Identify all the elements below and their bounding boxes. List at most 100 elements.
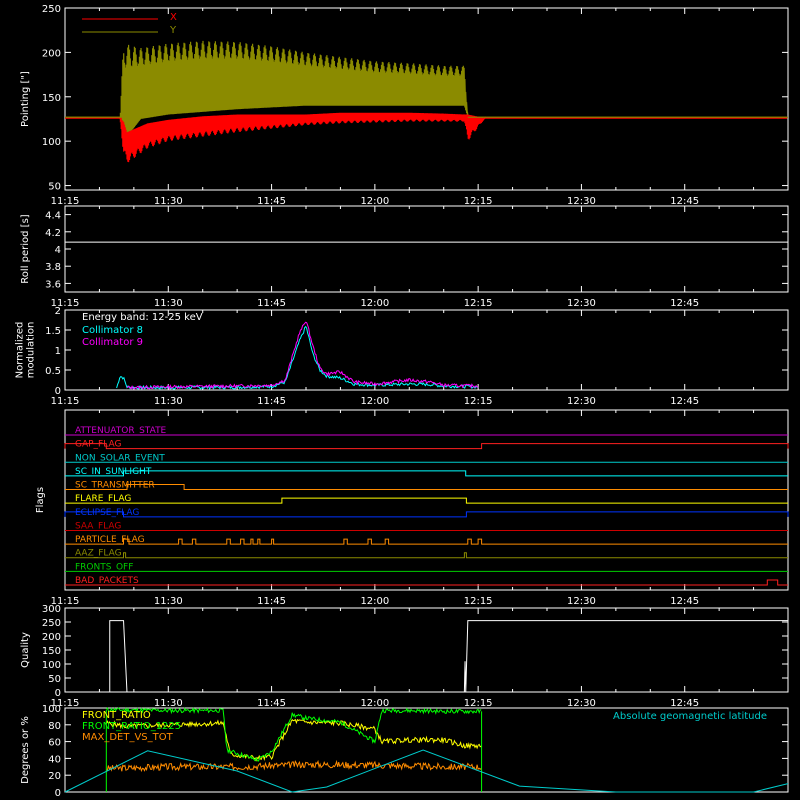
panel-0-xtick-label: 12:00 <box>360 196 389 207</box>
panel-0-xtick-label: 11:45 <box>257 196 286 207</box>
panel-4-ytick-label: 100 <box>42 660 61 671</box>
flag-eclipse-flag-label: ECLIPSE_FLAG <box>75 508 139 518</box>
panel-1-xtick-label: 12:30 <box>567 298 596 309</box>
flag-sc-in-sunlight-trace <box>65 470 788 477</box>
panel-5-ytick-label: 20 <box>48 771 61 782</box>
panel-0-ytick-label: 50 <box>48 182 61 193</box>
panel-4-xtick-label: 12:00 <box>360 698 389 709</box>
panel-4-ytick-label: 300 <box>42 604 61 615</box>
panel-2-xtick-label: 12:00 <box>360 396 389 407</box>
panel-1-ytick-label: 3.8 <box>45 262 61 273</box>
panel-2-xtick-label: 12:15 <box>464 396 493 407</box>
panel-1-xtick-label: 12:45 <box>670 298 699 309</box>
panel-4-xtick-label: 12:45 <box>670 698 699 709</box>
panel-5-ytick-label: 40 <box>48 754 61 765</box>
panel-0-xtick-label: 12:15 <box>464 196 493 207</box>
panel-1-ytick-label: 4.4 <box>45 211 61 222</box>
collimator-9-line <box>126 321 479 390</box>
flag-saa-flag-label: SAA_FLAG <box>75 521 121 531</box>
geomagnetic-latitude-line <box>64 749 789 793</box>
max-det-vs-tot-line <box>105 759 482 773</box>
panel-3-ylabel: Flags <box>35 487 46 513</box>
panel-2-xtick-label: 11:30 <box>154 396 183 407</box>
panel-3-xtick-label: 11:45 <box>257 596 286 607</box>
panel-3-xtick-label: 12:15 <box>464 596 493 607</box>
panel-0-xtick-label: 11:30 <box>154 196 183 207</box>
panel-0-xtick-label: 11:15 <box>51 196 80 207</box>
panel-1-ytick-label: 4 <box>55 245 61 256</box>
panel-5-ytick-label: 80 <box>48 721 61 732</box>
legend-y-label: Y <box>169 25 177 36</box>
collimator-8-line <box>116 325 479 390</box>
legend-x-label: X <box>170 12 177 23</box>
panel-1-xtick-label: 12:15 <box>464 298 493 309</box>
legend-front-ratio-1225: FRONT_RATIO_1225 <box>82 721 181 732</box>
legend-front-ratio: FRONT_RATIO <box>82 710 151 721</box>
panel-0-ylabel: Pointing ["] <box>20 71 31 127</box>
panel-4-ytick-label: 200 <box>42 632 61 643</box>
quality-line <box>65 620 788 693</box>
flag-sc-in-sunlight-label: SC_IN_SUNLIGHT <box>75 467 152 477</box>
flag-sc-transmitter-trace <box>65 484 788 491</box>
panel-1-ylabel: Roll period [s] <box>20 214 31 283</box>
panel-3-xtick-label: 12:00 <box>360 596 389 607</box>
flag-flare-flag-trace <box>65 497 788 504</box>
series-x-band <box>65 112 788 163</box>
panel-1-ytick-label: 3.6 <box>45 279 61 290</box>
panel-2-ylabel: modulation <box>26 322 37 379</box>
flag-sc-transmitter-label: SC_TRANSMITTER <box>75 481 155 491</box>
legend-max-det-vs-tot: MAX_DET_VS_TOT <box>82 732 174 743</box>
flag-bad-packets-label: BAD_PACKETS <box>75 576 139 586</box>
flag-bad-packets-trace <box>65 579 788 586</box>
panel-2-ytick-label: 0 <box>55 386 61 397</box>
panel-5-ylabel: Degrees or % <box>20 716 31 784</box>
panel-2-ytick-label: 1.5 <box>45 326 61 337</box>
legend-collimator-9: Collimator 9 <box>82 337 143 348</box>
flag-fronts-off-label: FRONTS_OFF <box>75 562 133 572</box>
panel-0-ytick-label: 250 <box>42 4 61 15</box>
panel-5-ytick-label: 0 <box>55 788 61 799</box>
panel-0-ytick-label: 200 <box>42 48 61 59</box>
flag-non-solar-event-label: NON_SOLAR_EVENT <box>75 453 165 463</box>
panel-4-ytick-label: 150 <box>42 646 61 657</box>
panel-5-ytick-label: 60 <box>48 738 61 749</box>
flag-attenuator-state-label: ATTENUATOR_STATE <box>75 426 167 436</box>
panel-0-ytick-label: 100 <box>42 137 61 148</box>
legend-collimator-8: Collimator 8 <box>82 325 143 336</box>
panel-3-xtick-label: 11:30 <box>154 596 183 607</box>
panel-4-ytick-label: 250 <box>42 618 61 629</box>
panel-3-frame <box>64 409 789 591</box>
energy-band-annotation: Energy band: 12-25 keV <box>82 312 203 323</box>
panel-4-ytick-label: 50 <box>48 674 61 685</box>
panel-5-ytick-label: 100 <box>42 704 61 715</box>
flag-aaz-flag-label: AAZ_FLAG <box>75 549 122 559</box>
panel-3-xtick-label: 12:30 <box>567 596 596 607</box>
flag-gap-flag-trace <box>64 443 789 450</box>
panel-0-xtick-label: 12:30 <box>567 196 596 207</box>
panel-0-ytick-label: 150 <box>42 93 61 104</box>
flag-aaz-flag-trace <box>65 552 788 559</box>
panel-2-ylabel: Normalized <box>15 322 26 379</box>
panel-4-ylabel: Quality <box>20 632 31 668</box>
figure: 11:15 11:30 11:45 12:00 12:15 12:30 12:4550100… <box>15 4 789 799</box>
panel-4-xtick-label: 12:15 <box>464 698 493 709</box>
panel-2-xtick-label: 11:15 <box>51 396 80 407</box>
panel-3-xtick-label: 12:45 <box>670 596 699 607</box>
geomagnetic-latitude-annotation: Absolute geomagnetic latitude <box>613 711 767 722</box>
panel-2-ytick-label: 0.5 <box>45 366 61 377</box>
flag-gap-flag-label: GAP_FLAG <box>75 440 121 450</box>
panel-1-ytick-label: 4.2 <box>45 228 61 239</box>
panel-2-ytick-label: 2 <box>55 306 61 317</box>
flag-flare-flag-label: FLARE_FLAG <box>75 494 131 504</box>
panel-2-ytick-label: 1 <box>55 346 61 357</box>
panel-0-xtick-label: 12:45 <box>670 196 699 207</box>
panel-2-xtick-label: 11:45 <box>257 396 286 407</box>
flag-eclipse-flag-trace <box>64 511 789 518</box>
flag-particle-flag-label: PARTICLE_FLAG <box>75 535 145 545</box>
panel-1-xtick-label: 11:45 <box>257 298 286 309</box>
panel-4-xtick-label: 12:30 <box>567 698 596 709</box>
panel-2-xtick-label: 12:30 <box>567 396 596 407</box>
panel-4-ytick-label: 0 <box>55 688 61 699</box>
panel-1-xtick-label: 12:00 <box>360 298 389 309</box>
panel-4-xtick-label: 11:45 <box>257 698 286 709</box>
